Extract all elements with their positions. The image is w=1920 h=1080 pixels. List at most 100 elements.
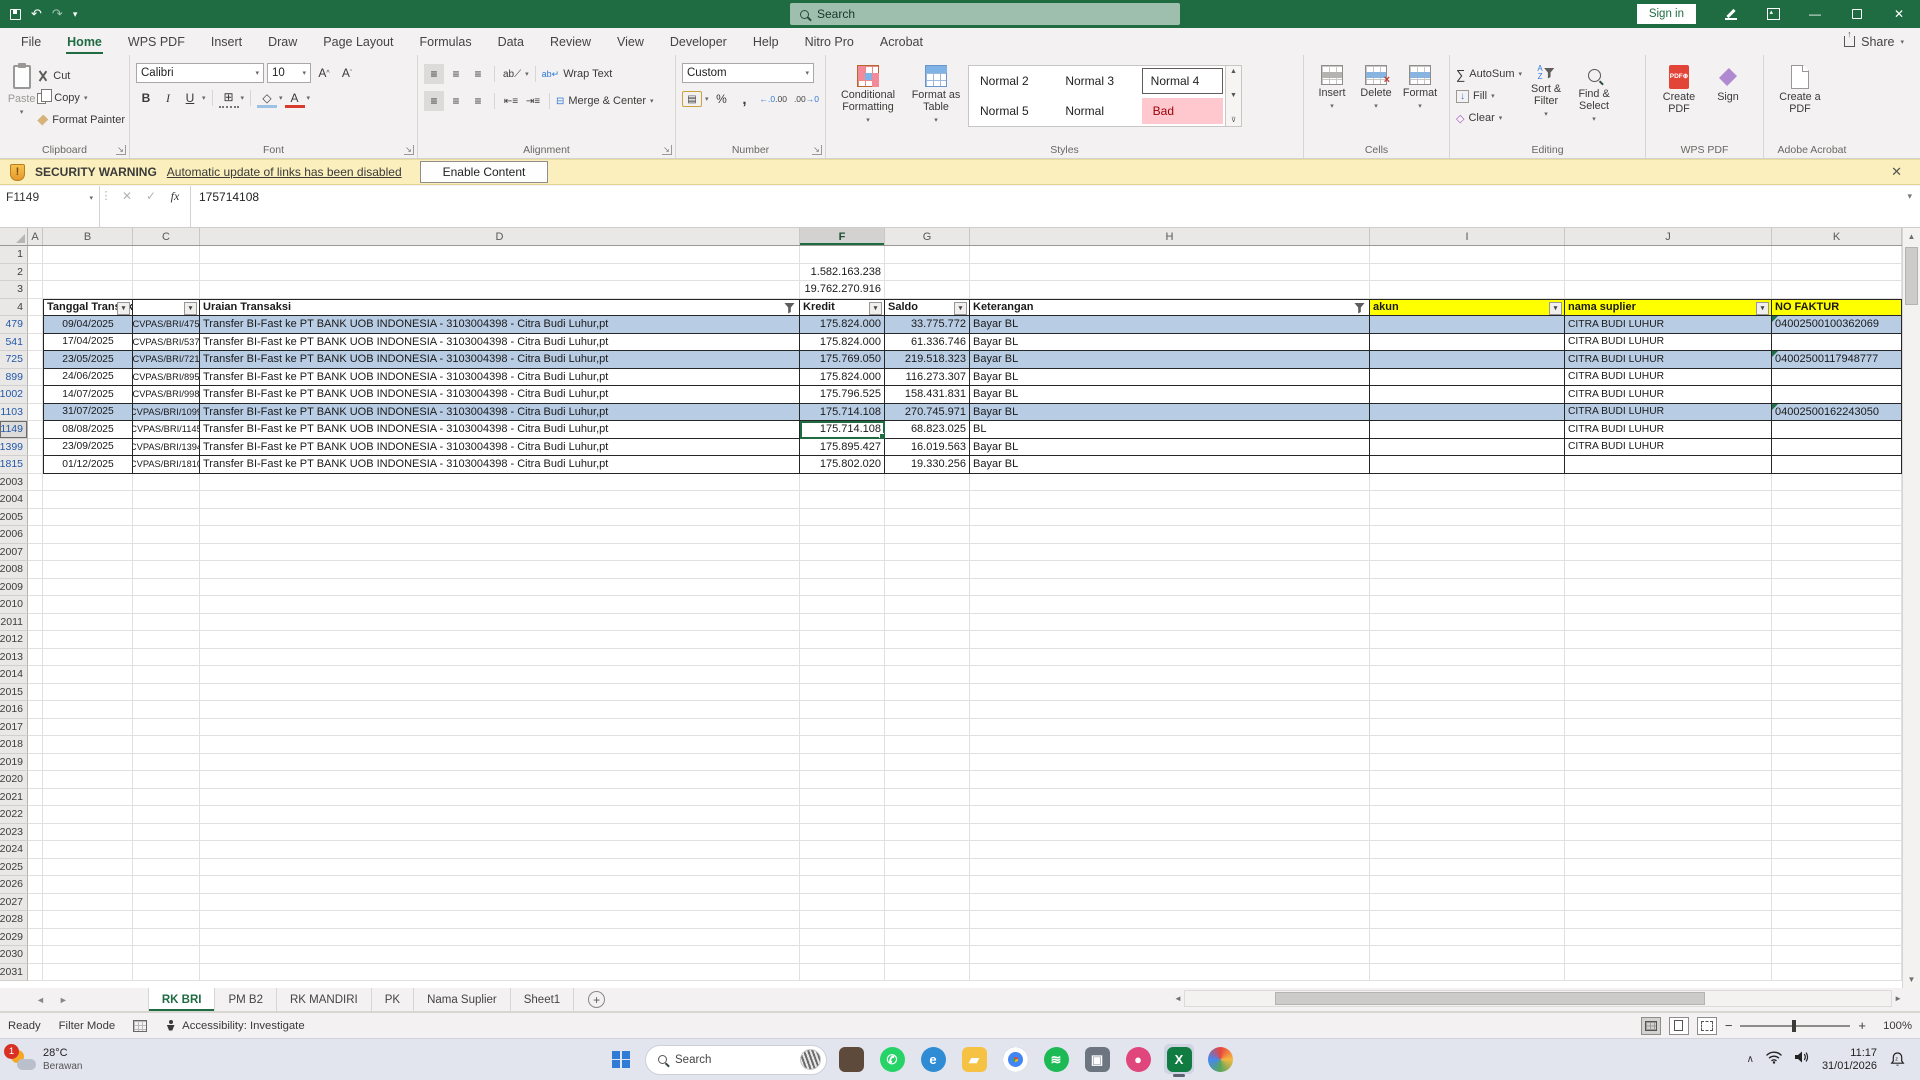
column-header-G[interactable]: G: [885, 228, 970, 245]
filter-header-uraian-transaksi[interactable]: Uraian Transaksi: [200, 299, 800, 317]
row-header-2028[interactable]: 2028: [0, 911, 28, 929]
grid-cell[interactable]: [885, 544, 970, 562]
spotify-icon[interactable]: ≋: [1039, 1043, 1073, 1077]
grid-cell[interactable]: [43, 701, 133, 719]
grid-cell[interactable]: [43, 719, 133, 737]
menu-tab-home[interactable]: Home: [54, 28, 115, 55]
grid-cell[interactable]: [1565, 649, 1772, 667]
row-header-1002[interactable]: 1002: [0, 386, 28, 404]
grid-cell[interactable]: [28, 666, 43, 684]
grid-cell[interactable]: [200, 736, 800, 754]
menu-tab-formulas[interactable]: Formulas: [406, 28, 484, 55]
grid-cell[interactable]: [885, 579, 970, 597]
grid-cell[interactable]: [43, 806, 133, 824]
grid-cell[interactable]: [1370, 736, 1565, 754]
filter-applied-icon[interactable]: [784, 303, 795, 314]
grid-cell[interactable]: [28, 421, 43, 439]
grid-cell[interactable]: [970, 929, 1370, 947]
grid-cell[interactable]: [133, 544, 200, 562]
grid-cell[interactable]: [1772, 579, 1902, 597]
grid-cell[interactable]: [43, 929, 133, 947]
row-header-2020[interactable]: 2020: [0, 771, 28, 789]
row-header-2013[interactable]: 2013: [0, 649, 28, 667]
grid-cell[interactable]: [28, 299, 43, 317]
grid-cell[interactable]: [970, 281, 1370, 299]
grid-cell[interactable]: [43, 964, 133, 982]
grid-cell[interactable]: [28, 369, 43, 387]
grid-cell[interactable]: [800, 824, 885, 842]
grid-cell[interactable]: [885, 649, 970, 667]
cell-saldo[interactable]: 270.745.971: [885, 404, 970, 422]
grid-cell[interactable]: [885, 859, 970, 877]
cell-no-faktur[interactable]: [1772, 334, 1902, 352]
cell-tanggal[interactable]: 01/12/2025: [43, 456, 133, 474]
grid-cell[interactable]: [43, 684, 133, 702]
grid-cell[interactable]: [800, 544, 885, 562]
grid-cell[interactable]: [885, 246, 970, 264]
grid-cell[interactable]: [970, 701, 1370, 719]
grid-cell[interactable]: [133, 841, 200, 859]
sheet-tab-rk-bri[interactable]: RK BRI: [148, 988, 216, 1011]
row-header-2007[interactable]: 2007: [0, 544, 28, 562]
sign-button[interactable]: Sign: [1706, 59, 1750, 140]
grid-cell[interactable]: [133, 754, 200, 772]
cell-nama-suplier[interactable]: CITRA BUDI LUHUR: [1565, 351, 1772, 369]
grid-cell[interactable]: [200, 701, 800, 719]
grid-cell[interactable]: [1772, 754, 1902, 772]
grid-cell[interactable]: [1772, 789, 1902, 807]
volume-icon[interactable]: [1794, 1050, 1810, 1069]
cell-tanggal[interactable]: 14/07/2025: [43, 386, 133, 404]
menu-tab-review[interactable]: Review: [537, 28, 604, 55]
grid-cell[interactable]: [133, 561, 200, 579]
grid-cell[interactable]: [1772, 684, 1902, 702]
grid-cell[interactable]: [43, 736, 133, 754]
row-header-2030[interactable]: 2030: [0, 946, 28, 964]
menu-tab-wps-pdf[interactable]: WPS PDF: [115, 28, 198, 55]
cell-no-faktur[interactable]: 04002500100362069: [1772, 316, 1902, 334]
row-header-2005[interactable]: 2005: [0, 509, 28, 527]
grid-cell[interactable]: [200, 946, 800, 964]
cell-kredit[interactable]: 175.796.525: [800, 386, 885, 404]
column-header-J[interactable]: J: [1565, 228, 1772, 245]
borders-icon[interactable]: ⊞: [219, 88, 239, 108]
cell-akun[interactable]: [1370, 334, 1565, 352]
cell-saldo[interactable]: 68.823.025: [885, 421, 970, 439]
grid-cell[interactable]: [970, 264, 1370, 282]
bold-button[interactable]: B: [136, 88, 156, 108]
row-header-2017[interactable]: 2017: [0, 719, 28, 737]
grid-cell[interactable]: [800, 806, 885, 824]
cell-nama-suplier[interactable]: CITRA BUDI LUHUR: [1565, 439, 1772, 457]
grid-cell[interactable]: [1370, 491, 1565, 509]
grid-cell[interactable]: [200, 719, 800, 737]
grid-cell[interactable]: [200, 649, 800, 667]
grid-cell[interactable]: [43, 859, 133, 877]
row-header-1[interactable]: 1: [0, 246, 28, 264]
grid-cell[interactable]: [1370, 246, 1565, 264]
grid-cell[interactable]: [970, 719, 1370, 737]
cell-ref[interactable]: CVPAS/BRI/721: [133, 351, 200, 369]
grid-cell[interactable]: [200, 526, 800, 544]
grid-cell[interactable]: [800, 771, 885, 789]
customize-toolbar-icon[interactable]: ▾: [73, 9, 78, 20]
accessibility-status[interactable]: Accessibility: Investigate: [165, 1020, 304, 1032]
grid-cell[interactable]: [1772, 736, 1902, 754]
grid-cell[interactable]: [43, 474, 133, 492]
cell-no-faktur[interactable]: [1772, 369, 1902, 387]
grid-cell[interactable]: [970, 474, 1370, 492]
grid-cell[interactable]: [1565, 474, 1772, 492]
grid-cell[interactable]: [1565, 736, 1772, 754]
grid-cell[interactable]: [133, 579, 200, 597]
grid-cell[interactable]: [1772, 509, 1902, 527]
formula-bar-expand-icon[interactable]: ▾: [1899, 186, 1920, 227]
minimize-button[interactable]: —: [1794, 0, 1836, 28]
media-red-icon[interactable]: ●: [1121, 1043, 1155, 1077]
cell-uraian[interactable]: Transfer BI-Fast ke PT BANK UOB INDONESI…: [200, 351, 800, 369]
find-select-button[interactable]: Find & Select▾: [1570, 59, 1618, 140]
cell-tanggal[interactable]: 31/07/2025: [43, 404, 133, 422]
grid-cell[interactable]: [28, 509, 43, 527]
grid-cell[interactable]: [28, 789, 43, 807]
grid-cell[interactable]: [1772, 929, 1902, 947]
grid-cell[interactable]: [200, 806, 800, 824]
grid-cell[interactable]: [133, 509, 200, 527]
grid-cell[interactable]: [1565, 806, 1772, 824]
